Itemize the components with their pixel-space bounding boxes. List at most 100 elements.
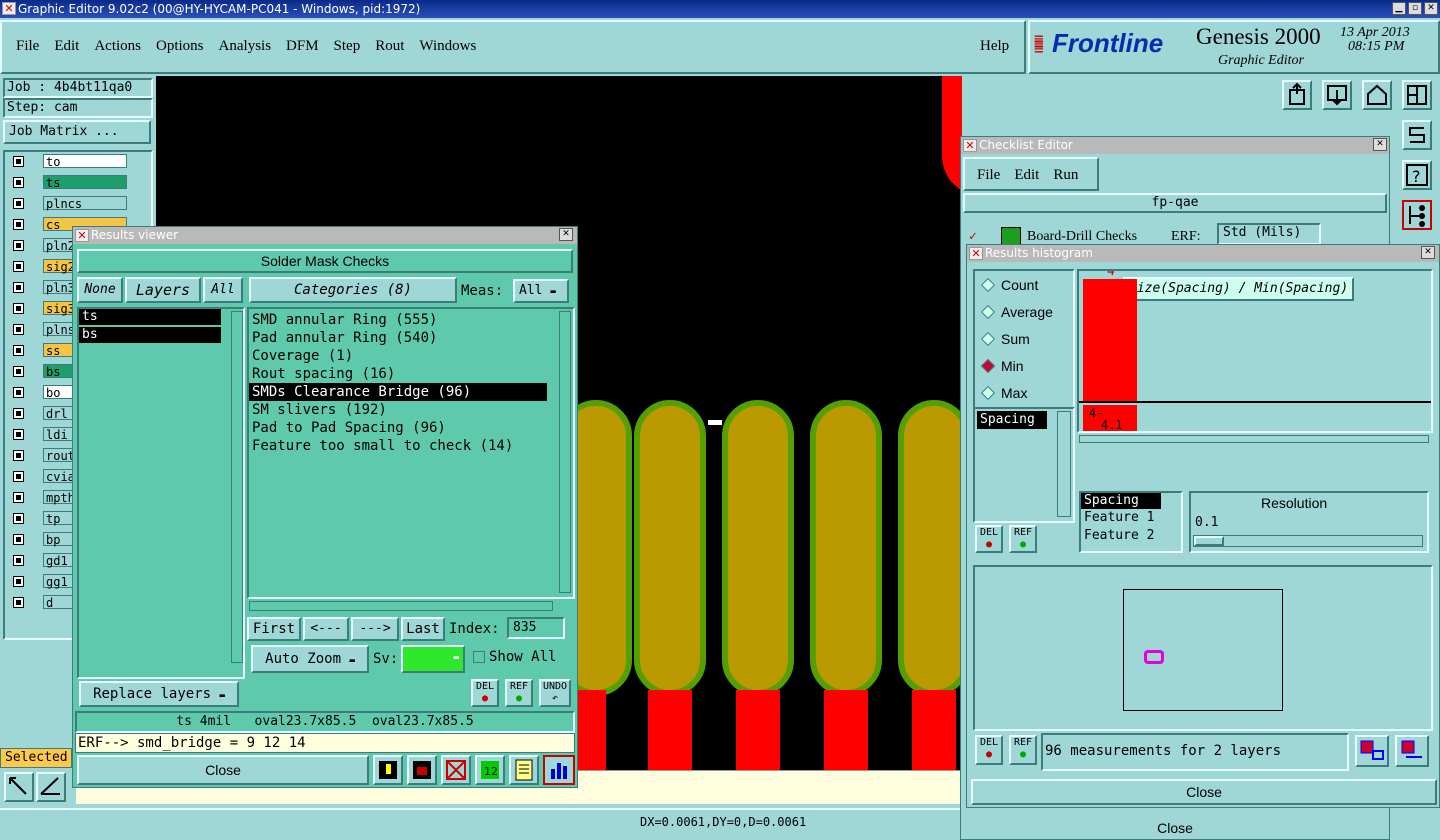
radio-option[interactable]: Sum	[980, 331, 1073, 358]
layer-name[interactable]: sig3	[43, 301, 75, 316]
histogram-close-button[interactable]: Close	[971, 779, 1437, 805]
slider-thumb[interactable]	[1194, 536, 1224, 546]
resolution-slider[interactable]	[1193, 535, 1423, 547]
screen-icon[interactable]	[373, 755, 403, 785]
measure-icon[interactable]	[36, 772, 66, 802]
layer-item[interactable]: plncs	[5, 196, 151, 212]
menu-options[interactable]: Options	[156, 38, 204, 55]
network-icon[interactable]	[1402, 200, 1432, 230]
scrollbar[interactable]	[1057, 411, 1071, 517]
layer-name[interactable]: ldi	[43, 427, 75, 442]
layers-button[interactable]: Layers	[125, 277, 201, 303]
layer-name[interactable]: gd1	[43, 553, 75, 568]
job-matrix-button[interactable]: Job Matrix ...	[3, 120, 151, 144]
menu-step[interactable]: Step	[334, 38, 361, 55]
close-icon[interactable]: ✕	[1373, 138, 1387, 151]
category-item[interactable]: SMD annular Ring (555)	[249, 311, 547, 329]
histogram-bar[interactable]	[1083, 279, 1137, 401]
check-mark-icon[interactable]: ✓	[969, 229, 977, 244]
radio-icon[interactable]	[980, 331, 996, 347]
radio-icon[interactable]	[980, 358, 996, 374]
checklist-menu-file[interactable]: File	[977, 167, 1000, 183]
checklist-menu-run[interactable]: Run	[1053, 167, 1078, 183]
radio-option[interactable]: Count	[980, 277, 1073, 304]
menu-rout[interactable]: Rout	[375, 38, 404, 55]
first-button[interactable]: First	[247, 617, 301, 641]
delete-icon[interactable]	[441, 755, 471, 785]
download-icon[interactable]	[1322, 80, 1352, 110]
sv-color-select[interactable]: ▬	[401, 645, 465, 673]
menu-actions[interactable]: Actions	[94, 38, 141, 55]
window-icon[interactable]	[407, 755, 437, 785]
scrollbar[interactable]	[231, 311, 243, 663]
ref-button[interactable]: REF ●	[1009, 525, 1037, 553]
layout-icon[interactable]	[1402, 80, 1432, 110]
home-icon[interactable]	[1362, 80, 1392, 110]
last-button[interactable]: Last	[401, 617, 445, 641]
list-item[interactable]: bs	[79, 327, 221, 343]
menu-file[interactable]: File	[16, 38, 39, 55]
layer-name[interactable]: rout	[43, 448, 75, 463]
snake-icon[interactable]	[1402, 120, 1432, 150]
layer-name[interactable]: tp	[43, 511, 75, 526]
help-icon[interactable]: ?	[1402, 160, 1432, 190]
undo-button[interactable]: UNDO ↶	[539, 679, 571, 707]
close-icon[interactable]: ✕	[1424, 2, 1438, 15]
layer-name[interactable]: bs	[43, 364, 75, 379]
menu-edit[interactable]: Edit	[54, 38, 79, 55]
checklist-close-button[interactable]: Close	[963, 819, 1387, 839]
all-button[interactable]: All	[203, 277, 243, 303]
categories-button[interactable]: Categories (8)	[249, 277, 457, 303]
layer-name[interactable]: mpth	[43, 490, 75, 505]
category-item[interactable]: SMDs Clearance Bridge (96)	[249, 383, 547, 401]
radio-option[interactable]: Min	[980, 358, 1073, 385]
menu-windows[interactable]: Windows	[419, 38, 476, 55]
category-item[interactable]: Pad annular Ring (540)	[249, 329, 547, 347]
layer-name[interactable]: ss	[43, 343, 75, 358]
ref-button[interactable]: REF ●	[1009, 735, 1037, 765]
close-icon[interactable]: ✕	[559, 228, 573, 241]
layer-name[interactable]: sig2	[43, 259, 75, 274]
layer-name[interactable]: d	[43, 595, 75, 610]
auto-zoom-select[interactable]: Auto Zoom ▬	[251, 645, 369, 673]
del-button[interactable]: DEL ●	[975, 735, 1003, 765]
layer-name[interactable]: plncs	[43, 196, 127, 211]
next-button[interactable]: --->	[351, 617, 399, 641]
prev-button[interactable]: <---	[303, 617, 349, 641]
layer-name[interactable]: gg1	[43, 574, 75, 589]
maximize-icon[interactable]: ▫	[1408, 2, 1422, 15]
layer-name[interactable]: ts	[43, 175, 127, 190]
radio-icon[interactable]	[980, 304, 996, 320]
graph-icon[interactable]	[1355, 735, 1389, 767]
radio-icon[interactable]	[980, 277, 996, 293]
list-item[interactable]: Feature 1	[1081, 509, 1181, 527]
layer-name[interactable]: pln3	[43, 280, 75, 295]
layer-name[interactable]: drl	[43, 406, 75, 421]
checklist-row[interactable]: Board-Drill Checks	[1027, 229, 1137, 245]
erf-value[interactable]: Std (Mils)	[1217, 223, 1321, 245]
list-item[interactable]: Feature 2	[1081, 527, 1181, 545]
category-item[interactable]: SM slivers (192)	[249, 401, 547, 419]
chart-scrollbar[interactable]	[1079, 435, 1429, 443]
number-icon[interactable]: 12	[475, 755, 505, 785]
list-item[interactable]: Spacing	[977, 411, 1047, 429]
zoom-fit-icon[interactable]	[4, 772, 34, 802]
minimize-icon[interactable]: ▁	[1392, 2, 1406, 15]
meas-select[interactable]: All ▬	[513, 279, 569, 303]
radio-option[interactable]: Average	[980, 304, 1073, 331]
h-scrollbar[interactable]	[249, 601, 553, 611]
close-icon[interactable]: ✕	[1421, 246, 1435, 259]
category-item[interactable]: Coverage (1)	[249, 347, 547, 365]
checklist-menu-edit[interactable]: Edit	[1014, 167, 1039, 183]
report-icon[interactable]	[509, 755, 539, 785]
menu-help[interactable]: Help	[980, 38, 1009, 55]
menu-analysis[interactable]: Analysis	[219, 38, 272, 55]
del-button[interactable]: DEL ●	[975, 525, 1003, 553]
layer-name[interactable]: bo	[43, 385, 75, 400]
del-button[interactable]: DEL ●	[471, 679, 499, 707]
layer-name[interactable]: pln2	[43, 238, 75, 253]
histogram-icon[interactable]	[543, 755, 575, 785]
layer-name[interactable]: cvia	[43, 469, 75, 484]
graph-icon[interactable]	[1395, 735, 1429, 767]
layer-name[interactable]: to	[43, 154, 127, 169]
